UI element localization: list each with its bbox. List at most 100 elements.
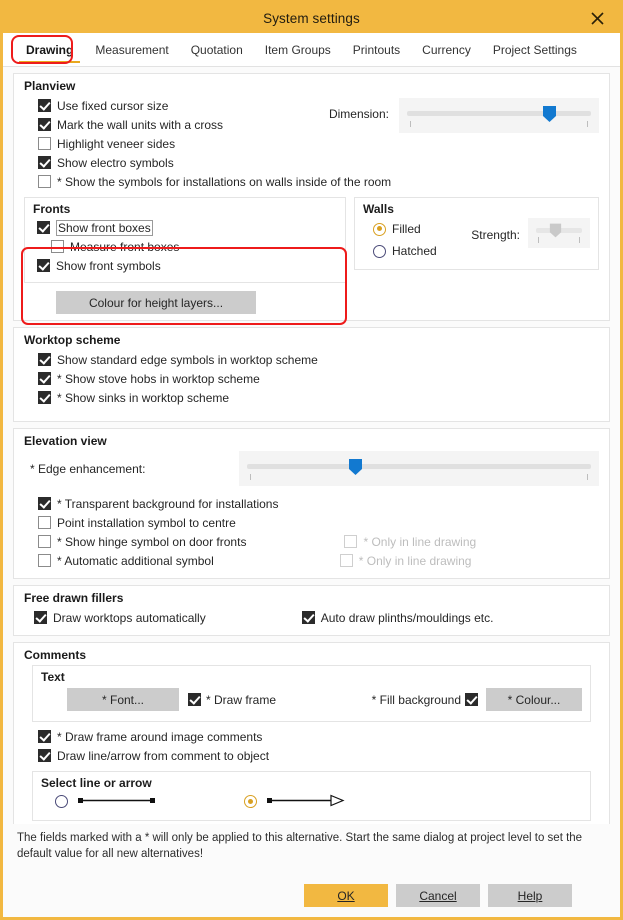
checkbox-draw-frame[interactable]	[188, 693, 201, 706]
slider-track	[407, 111, 591, 116]
checkbox-draw-line-arrow-from-comment[interactable]	[38, 749, 51, 762]
tab-printouts[interactable]: Printouts	[342, 33, 411, 66]
group-label: Fronts	[33, 202, 337, 216]
checkbox-measure-front-boxes[interactable]	[51, 240, 64, 253]
checkbox-row[interactable]: Measure front boxes	[51, 237, 337, 256]
checkbox-draw-worktops-automatically[interactable]	[34, 611, 47, 624]
checkbox-row[interactable]: * Show the symbols for installations on …	[38, 172, 599, 191]
checkbox-label: * Show stove hobs in worktop scheme	[57, 372, 260, 386]
checkbox-row[interactable]: Draw line/arrow from comment to object	[38, 746, 599, 765]
checkbox-row[interactable]: * Show sinks in worktop scheme	[38, 388, 599, 407]
checkbox-show-front-boxes[interactable]	[37, 221, 50, 234]
help-button[interactable]: Help	[488, 884, 572, 907]
checkbox-row[interactable]: Show front symbols	[37, 256, 337, 275]
radio-row[interactable]: Hatched	[373, 240, 437, 262]
tab-project-settings[interactable]: Project Settings	[482, 33, 588, 66]
colour-button[interactable]: * Colour...	[486, 688, 582, 711]
group-planview: Planview Use fixed cursor size Mark the …	[13, 73, 610, 321]
checkbox-row[interactable]: * Automatic additional symbol * Only in …	[38, 551, 599, 570]
checkbox-show-hinge-symbol-on-door-fronts[interactable]	[38, 535, 51, 548]
checkbox-show-electro-symbols[interactable]	[38, 156, 51, 169]
checkbox-row[interactable]: * Transparent background for installatio…	[38, 494, 599, 513]
group-worktop-scheme: Worktop scheme Show standard edge symbol…	[13, 327, 610, 422]
radio-walls-hatched[interactable]	[373, 245, 386, 258]
checkbox-show-standard-edge-symbols[interactable]	[38, 353, 51, 366]
tab-drawing[interactable]: Drawing	[15, 33, 84, 66]
group-comments: Comments Text * Font... * Draw frame * F…	[13, 642, 610, 824]
checkbox-label: Measure front boxes	[70, 240, 179, 254]
checkbox-label-fill-background: * Fill background	[372, 693, 461, 707]
font-button[interactable]: * Font...	[67, 688, 179, 711]
slider-strength[interactable]	[528, 218, 590, 248]
checkbox-label: Use fixed cursor size	[57, 99, 168, 113]
checkbox-transparent-background-installations[interactable]	[38, 497, 51, 510]
checkbox-label: * Draw frame	[206, 693, 276, 707]
help-button-label: Help	[518, 889, 543, 903]
cancel-button[interactable]: Cancel	[396, 884, 480, 907]
checkbox-label: * Transparent background for installatio…	[57, 497, 278, 511]
strength-label: Strength:	[471, 222, 520, 248]
system-settings-dialog: System settings Drawing Measurement Quot…	[0, 0, 623, 920]
cancel-button-label: Cancel	[419, 889, 456, 903]
checkbox-label: Show front boxes	[56, 220, 153, 236]
tab-currency[interactable]: Currency	[411, 33, 482, 66]
checkbox-row[interactable]: Point installation symbol to centre	[38, 513, 599, 532]
edge-enhancement-label: * Edge enhancement:	[30, 462, 145, 476]
radio-plain-line[interactable]	[55, 795, 68, 808]
tab-strip: Drawing Measurement Quotation Item Group…	[3, 33, 620, 67]
checkbox-label: * Show the symbols for installations on …	[57, 175, 391, 189]
tab-label: Quotation	[191, 43, 243, 57]
radio-arrow-line[interactable]	[244, 795, 257, 808]
checkbox-point-installation-symbol-to-centre[interactable]	[38, 516, 51, 529]
checkbox-label: * Automatic additional symbol	[57, 554, 214, 568]
checkbox-draw-frame-around-image-comments[interactable]	[38, 730, 51, 743]
checkbox-row[interactable]: Use fixed cursor size	[38, 96, 223, 115]
checkbox-row[interactable]: * Show stove hobs in worktop scheme	[38, 369, 599, 388]
slider-dimension[interactable]	[399, 98, 599, 133]
group-label: Planview	[24, 79, 599, 93]
checkbox-automatic-additional-symbol[interactable]	[38, 554, 51, 567]
checkbox-row[interactable]: * Show hinge symbol on door fronts * Onl…	[38, 532, 599, 551]
checkbox-label: Show standard edge symbols in worktop sc…	[57, 353, 318, 367]
checkbox-show-stove-hobs[interactable]	[38, 372, 51, 385]
checkbox-label: * Show sinks in worktop scheme	[57, 391, 229, 405]
checkbox-row[interactable]: Show standard edge symbols in worktop sc…	[38, 350, 599, 369]
checkbox-row[interactable]: * Draw frame around image comments	[38, 727, 599, 746]
radio-walls-filled[interactable]	[373, 223, 386, 236]
checkbox-auto-draw-plinths-mouldings[interactable]	[302, 611, 315, 624]
slider-tick-max	[587, 121, 588, 127]
checkbox-row[interactable]: Highlight veneer sides	[38, 134, 223, 153]
checkbox-row[interactable]: Show electro symbols	[38, 153, 223, 172]
checkbox-label: Show front symbols	[56, 259, 161, 273]
settings-content: Planview Use fixed cursor size Mark the …	[3, 67, 620, 824]
slider-thumb-strength[interactable]	[549, 223, 564, 238]
checkbox-mark-wall-units-with-cross[interactable]	[38, 118, 51, 131]
slider-tick-min	[250, 474, 251, 480]
checkbox-fill-background[interactable]	[465, 693, 478, 706]
tab-item-groups[interactable]: Item Groups	[254, 33, 342, 66]
ok-button[interactable]: OK	[304, 884, 388, 907]
close-icon[interactable]	[580, 3, 614, 33]
checkbox-row[interactable]: Show front boxes	[37, 218, 337, 237]
checkbox-row[interactable]: Draw worktops automatically	[34, 608, 206, 627]
checkbox-use-fixed-cursor-size[interactable]	[38, 99, 51, 112]
slider-edge-enhancement[interactable]	[239, 451, 599, 486]
checkbox-row[interactable]: Mark the wall units with a cross	[38, 115, 223, 134]
colour-for-height-layers-button[interactable]: Colour for height layers...	[56, 291, 256, 314]
group-walls: Walls Filled Hatched	[354, 197, 599, 270]
checkbox-row[interactable]: Auto draw plinths/mouldings etc.	[302, 608, 494, 627]
checkbox-show-sinks[interactable]	[38, 391, 51, 404]
checkbox-highlight-veneer-sides[interactable]	[38, 137, 51, 150]
tab-label: Project Settings	[493, 43, 577, 57]
slider-thumb-edge-enhancement[interactable]	[348, 459, 363, 474]
slider-thumb-dimension[interactable]	[542, 106, 557, 121]
ok-button-label: OK	[337, 889, 354, 903]
tab-quotation[interactable]: Quotation	[180, 33, 254, 66]
slider-track	[247, 464, 591, 469]
checkbox-show-symbols-installations-walls[interactable]	[38, 175, 51, 188]
radio-row[interactable]: Filled	[373, 218, 437, 240]
slider-tick-min	[538, 237, 539, 243]
radio-label: Filled	[392, 222, 421, 236]
checkbox-show-front-symbols[interactable]	[37, 259, 50, 272]
tab-measurement[interactable]: Measurement	[84, 33, 179, 66]
